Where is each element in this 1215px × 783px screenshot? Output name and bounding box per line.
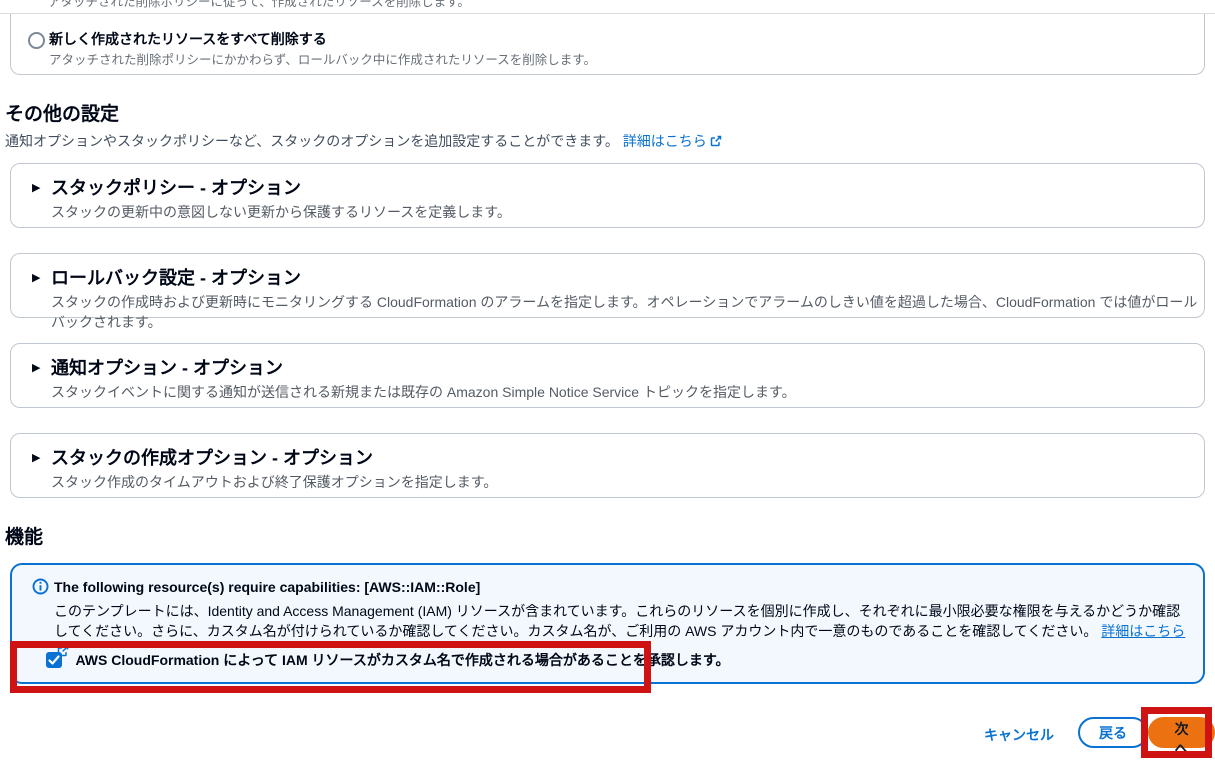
- expand-arrow-icon[interactable]: ▶: [32, 361, 40, 374]
- expandable-section-description: スタックの作成時および更新時にモニタリングする CloudFormation の…: [51, 292, 1204, 332]
- iam-acknowledge-label[interactable]: AWS CloudFormation によって IAM リソースがカスタム名で作…: [75, 652, 729, 668]
- expandable-section-title[interactable]: スタックの作成オプション - オプション: [51, 444, 373, 470]
- other-settings-description: 通知オプションやスタックポリシーなど、スタックのオプションを追加設定することがで…: [5, 131, 722, 151]
- other-settings-learn-more-link[interactable]: 詳細はこちら: [623, 133, 722, 149]
- expandable-section-description: スタックの更新中の意図しない更新から保護するリソースを定義します。: [51, 202, 511, 222]
- clipped-radio-description: アタッチされた削除ポリシーに従って、作成されたリソースを削除します。: [48, 0, 948, 8]
- radio-description: アタッチされた削除ポリシーにかかわらず、ロールバック中に作成されたリソースを削除…: [49, 49, 596, 68]
- expandable-section-notification-options[interactable]: ▶ 通知オプション - オプション スタックイベントに関する通知が送信される新規…: [10, 343, 1205, 408]
- alert-heading: The following resource(s) require capabi…: [54, 579, 480, 595]
- next-button[interactable]: 次へ: [1148, 717, 1215, 748]
- cancel-link[interactable]: キャンセル: [984, 725, 1054, 745]
- capabilities-heading: 機能: [5, 522, 43, 549]
- expandable-section-title[interactable]: 通知オプション - オプション: [51, 354, 283, 380]
- expand-arrow-icon[interactable]: ▶: [32, 181, 40, 194]
- expandable-section-title[interactable]: スタックポリシー - オプション: [51, 174, 301, 200]
- expandable-section-title[interactable]: ロールバック設定 - オプション: [51, 264, 301, 290]
- expandable-section-description: スタック作成のタイムアウトおよび終了保護オプションを指定します。: [51, 472, 497, 492]
- expand-arrow-icon[interactable]: ▶: [32, 451, 40, 464]
- external-link-icon: [710, 135, 722, 147]
- alert-body-text: このテンプレートには、Identity and Access Managemen…: [54, 603, 1180, 639]
- expand-arrow-icon[interactable]: ▶: [32, 271, 40, 284]
- stack-failure-options-panel: 新しく作成されたリソースをすべて削除する アタッチされた削除ポリシーにかかわらず…: [10, 14, 1205, 75]
- iam-acknowledge-checkbox[interactable]: [46, 652, 62, 668]
- alert-learn-more-link[interactable]: 詳細はこちら: [1101, 623, 1185, 639]
- other-settings-heading: その他の設定: [5, 99, 119, 126]
- expandable-section-stack-policy[interactable]: ▶ スタックポリシー - オプション スタックの更新中の意図しない更新から保護す…: [10, 163, 1205, 228]
- iam-acknowledge-row: AWS CloudFormation によって IAM リソースがカスタム名で作…: [46, 650, 729, 670]
- capabilities-info-alert: The following resource(s) require capabi…: [10, 563, 1205, 684]
- expandable-section-description: スタックイベントに関する通知が送信される新規または既存の Amazon Simp…: [51, 382, 796, 402]
- back-button[interactable]: 戻る: [1078, 717, 1148, 748]
- radio-label[interactable]: 新しく作成されたリソースをすべて削除する: [49, 29, 327, 49]
- info-icon: [32, 578, 49, 595]
- other-settings-description-text: 通知オプションやスタックポリシーなど、スタックのオプションを追加設定することがで…: [5, 133, 619, 149]
- radio-delete-new-resources[interactable]: [28, 32, 45, 49]
- expandable-section-stack-creation-options[interactable]: ▶ スタックの作成オプション - オプション スタック作成のタイムアウトおよび終…: [10, 433, 1205, 498]
- expandable-section-rollback-config[interactable]: ▶ ロールバック設定 - オプション スタックの作成時および更新時にモニタリング…: [10, 253, 1205, 318]
